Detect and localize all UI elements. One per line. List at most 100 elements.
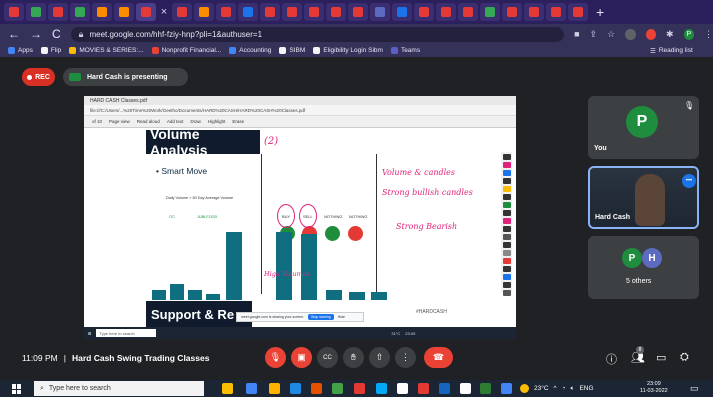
- language-indicator[interactable]: ENG: [579, 385, 593, 392]
- pen-tool-icon[interactable]: [502, 242, 511, 248]
- browser-tab[interactable]: [282, 3, 302, 21]
- browser-tab[interactable]: [370, 3, 390, 21]
- browser-tab[interactable]: [480, 3, 500, 21]
- present-button[interactable]: ⇧: [369, 347, 390, 368]
- pen-tool-icon[interactable]: [502, 234, 511, 240]
- meeting-details-icon[interactable]: ⓘ: [606, 351, 617, 367]
- pen-tool-icon[interactable]: [502, 266, 511, 272]
- browser-tab[interactable]: [136, 3, 156, 21]
- pen-tool-icon[interactable]: [502, 162, 511, 168]
- bookmark-item[interactable]: Nonprofit Financial...: [151, 47, 221, 54]
- browser-tab[interactable]: [70, 3, 90, 21]
- activities-icon[interactable]: ⛭: [680, 351, 689, 364]
- participant-tile-others[interactable]: P H 5 others: [588, 236, 699, 299]
- browser-tab[interactable]: [348, 3, 368, 21]
- shared-screen[interactable]: HARD CASH Classes.pdf file:///C:/Users/.…: [84, 96, 516, 339]
- more-options-button[interactable]: ⋮: [395, 347, 416, 368]
- pen-tool-icon[interactable]: [502, 178, 511, 184]
- browser-tab[interactable]: [436, 3, 456, 21]
- taskbar-app-icon[interactable]: [439, 383, 450, 394]
- pdf-tool[interactable]: Draw: [190, 119, 201, 124]
- puzzle-icon[interactable]: ✱: [666, 29, 674, 40]
- browser-tab[interactable]: [216, 3, 236, 21]
- bookmark-item[interactable]: Apps: [8, 47, 33, 54]
- browser-tab[interactable]: [502, 3, 522, 21]
- extension-icon-red[interactable]: [645, 28, 657, 40]
- pen-tool-icon[interactable]: [502, 218, 511, 224]
- pen-toolbar[interactable]: [501, 152, 512, 296]
- taskbar-app-icon[interactable]: [246, 383, 257, 394]
- bookmark-item[interactable]: Accounting: [229, 47, 271, 54]
- pen-tool-icon[interactable]: [502, 250, 511, 256]
- browser-tab[interactable]: [414, 3, 434, 21]
- pen-tool-icon[interactable]: [502, 274, 511, 280]
- browser-tab[interactable]: [524, 3, 544, 21]
- pen-tool-icon[interactable]: [502, 258, 511, 264]
- tab-close-icon[interactable]: ×: [158, 6, 170, 18]
- taskbar-app-icon[interactable]: [222, 383, 233, 394]
- browser-tab[interactable]: [26, 3, 46, 21]
- url-input[interactable]: 🔒︎ meet.google.com/hhf-fziy-hnp?pli=1&au…: [70, 26, 565, 42]
- pen-tool-icon[interactable]: [502, 186, 511, 192]
- browser-tab[interactable]: [194, 3, 214, 21]
- browser-tab[interactable]: [92, 3, 112, 21]
- browser-tab[interactable]: [260, 3, 280, 21]
- pen-tool-icon[interactable]: [502, 282, 511, 288]
- pen-tool-icon[interactable]: [502, 290, 511, 296]
- taskbar-app-icon[interactable]: [501, 383, 512, 394]
- browser-tab[interactable]: [458, 3, 478, 21]
- pen-tool-icon[interactable]: [502, 202, 511, 208]
- bookmark-item[interactable]: Eligibility Login Sibm: [313, 47, 383, 54]
- pdf-tool[interactable]: Add text: [167, 119, 184, 124]
- pen-tool-icon[interactable]: [502, 210, 511, 216]
- taskbar-app-icon[interactable]: [397, 383, 408, 394]
- bookmark-item[interactable]: Teams: [390, 47, 420, 54]
- browser-tab[interactable]: [48, 3, 68, 21]
- windows-start-icon[interactable]: [12, 384, 22, 394]
- extension-icon[interactable]: [625, 28, 636, 40]
- captions-button[interactable]: CC: [317, 347, 338, 368]
- pdf-tool[interactable]: Erase: [232, 119, 244, 124]
- back-icon[interactable]: ←: [8, 27, 20, 41]
- taskbar-app-icon[interactable]: [376, 383, 387, 394]
- stop-sharing-button[interactable]: Stop sharing: [308, 314, 334, 320]
- browser-tab[interactable]: [172, 3, 192, 21]
- reading-list-button[interactable]: ☰ Reading list: [650, 44, 693, 57]
- camera-permission-icon[interactable]: ■: [574, 29, 579, 39]
- pdf-tool[interactable]: Read aloud: [137, 119, 160, 124]
- forward-icon[interactable]: →: [30, 27, 42, 41]
- browser-tab[interactable]: [4, 3, 24, 21]
- hide-banner-button[interactable]: Hide: [338, 315, 345, 319]
- volume-icon[interactable]: 🔈︎: [571, 385, 575, 393]
- pen-tool-icon[interactable]: [502, 154, 511, 160]
- camera-toggle-button[interactable]: ▣: [291, 347, 312, 368]
- new-tab-button[interactable]: +: [596, 4, 604, 20]
- browser-tab[interactable]: [326, 3, 346, 21]
- pdf-tool[interactable]: Page view: [109, 119, 130, 124]
- taskbar-app-icon[interactable]: [354, 383, 365, 394]
- pen-tool-icon[interactable]: [502, 226, 511, 232]
- browser-tab[interactable]: [304, 3, 324, 21]
- browser-tab[interactable]: [392, 3, 412, 21]
- menu-icon[interactable]: ⋮: [704, 29, 713, 40]
- mic-toggle-button[interactable]: 🎙︎: [265, 347, 286, 368]
- pen-tool-icon[interactable]: [502, 170, 511, 176]
- chat-icon[interactable]: ▭: [656, 351, 666, 364]
- browser-tab[interactable]: [568, 3, 588, 21]
- browser-tab[interactable]: [238, 3, 258, 21]
- taskbar-app-icon[interactable]: [269, 383, 280, 394]
- bookmark-star-icon[interactable]: ☆: [607, 29, 615, 40]
- taskbar-app-icon[interactable]: [290, 383, 301, 394]
- share-icon[interactable]: ⇪: [590, 29, 598, 40]
- taskbar-app-icon[interactable]: [332, 383, 343, 394]
- pen-tool-icon[interactable]: [502, 194, 511, 200]
- browser-tab[interactable]: [114, 3, 134, 21]
- chevron-up-icon[interactable]: ^: [554, 385, 557, 392]
- bookmark-item[interactable]: SIBM: [279, 47, 305, 54]
- participant-tile-you[interactable]: P You 🎙︎: [588, 96, 699, 159]
- pdf-tool[interactable]: Highlight: [208, 119, 226, 124]
- taskbar-app-icon[interactable]: [418, 383, 429, 394]
- participant-tile-presenter[interactable]: ••• Hard Cash: [588, 166, 699, 229]
- leave-call-button[interactable]: ☎︎: [424, 347, 453, 368]
- taskbar-search-input[interactable]: ⌕ Type here to search: [34, 381, 204, 396]
